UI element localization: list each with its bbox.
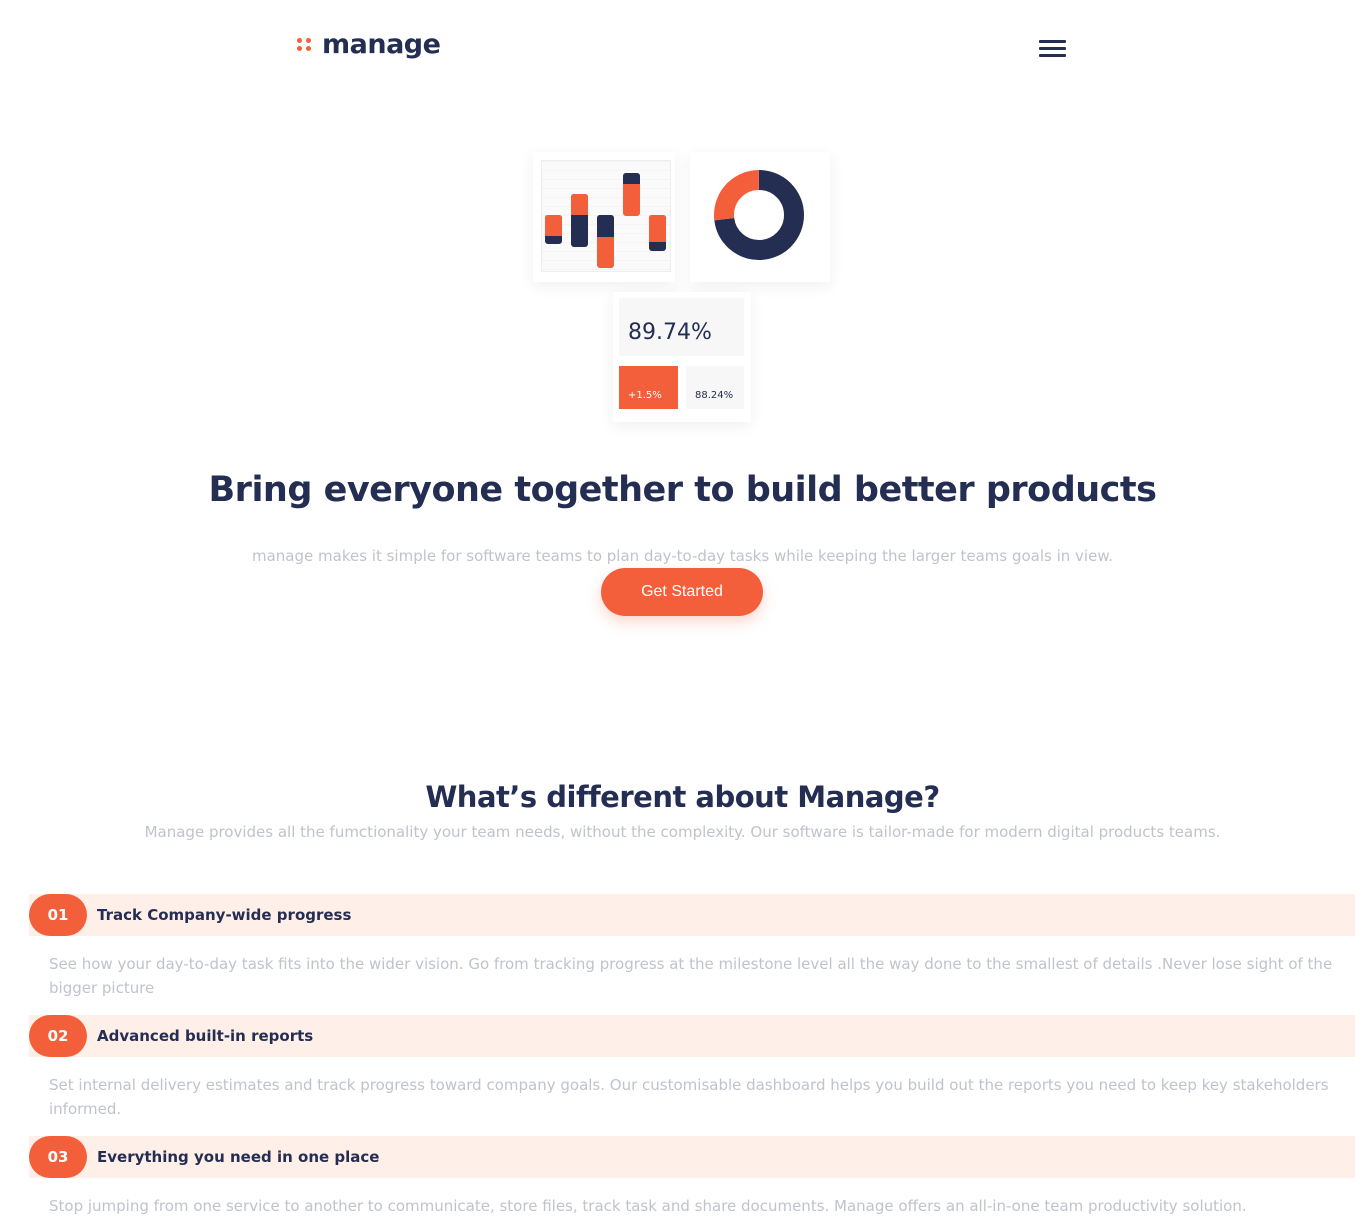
feature-text: Stop jumping from one service to another…: [49, 1197, 1247, 1215]
feature-text: Set internal delivery estimates and trac…: [49, 1076, 1329, 1118]
hero-description: manage makes it simple for software team…: [252, 547, 1113, 565]
get-started-button[interactable]: Get Started: [601, 568, 763, 616]
feature-header: 03 Everything you need in one place: [29, 1136, 1355, 1178]
stat-change-value: +1.5%: [628, 390, 662, 401]
chart-bar: [571, 194, 588, 247]
logo-dots-icon: [296, 35, 314, 53]
logo-text: manage: [322, 28, 441, 60]
hero-title: Bring everyone together to build better …: [208, 470, 1158, 510]
stats-card: 89.74% +1.5% 88.24%: [613, 292, 751, 422]
feature-title: Track Company-wide progress: [97, 906, 352, 924]
features-title: What’s different about Manage?: [425, 780, 940, 814]
feature-number-badge: 02: [29, 1015, 87, 1057]
feature-number-badge: 03: [29, 1136, 87, 1178]
donut-chart-card: [690, 152, 830, 282]
stat-change-box: +1.5%: [619, 366, 678, 409]
features-description: Manage provides all the fumctionality yo…: [144, 823, 1221, 841]
donut-chart: [714, 170, 804, 260]
chart-bar: [597, 215, 614, 268]
stat-main-value: 89.74%: [628, 320, 712, 345]
feature-header: 02 Advanced built-in reports: [29, 1015, 1355, 1057]
chart-bar: [623, 173, 640, 216]
feature-title: Everything you need in one place: [97, 1148, 380, 1166]
stat-secondary-value: 88.24%: [695, 390, 734, 401]
bar-chart-grid: [541, 160, 671, 272]
chart-bar: [649, 215, 666, 251]
hamburger-menu-icon[interactable]: [1039, 40, 1066, 60]
feature-header: 01 Track Company-wide progress: [29, 894, 1355, 936]
logo[interactable]: manage: [296, 24, 441, 64]
feature-text: See how your day-to-day task fits into t…: [49, 955, 1333, 997]
bar-chart-card: [533, 152, 675, 282]
stat-main-box: 89.74%: [619, 298, 744, 356]
chart-bar: [545, 215, 562, 244]
feature-number-badge: 01: [29, 894, 87, 936]
stat-secondary-box: 88.24%: [686, 366, 744, 409]
feature-title: Advanced built-in reports: [97, 1027, 314, 1045]
